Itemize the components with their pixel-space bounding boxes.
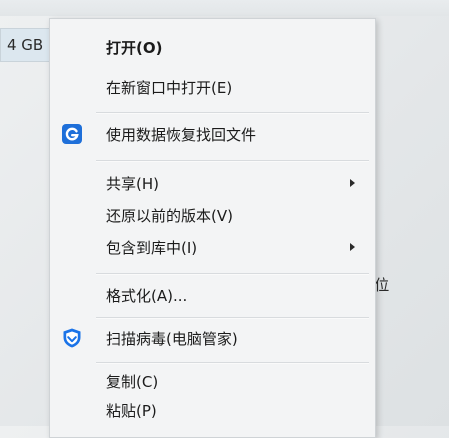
menu-item-virus-scan[interactable]: 扫描病毒(电脑管家) (50, 324, 375, 352)
background-window-top (0, 0, 449, 16)
shield-icon (60, 326, 84, 350)
submenu-arrow-icon (350, 243, 355, 251)
menu-item-label: 扫描病毒(电脑管家) (106, 329, 238, 348)
submenu-arrow-icon (350, 179, 355, 187)
menu-item-include-in-library[interactable]: 包含到库中(I) (50, 233, 375, 261)
menu-item-label: 使用数据恢复找回文件 (106, 125, 257, 144)
menu-item-format[interactable]: 格式化(A)... (50, 281, 375, 309)
menu-item-label: 还原以前的版本(V) (106, 206, 233, 225)
menu-item-label: 粘贴(P) (106, 401, 157, 420)
menu-item-data-recovery[interactable]: 使用数据恢复找回文件 (50, 120, 375, 148)
menu-item-paste[interactable]: 粘贴(P) (50, 396, 375, 424)
menu-separator (96, 160, 369, 162)
menu-separator (96, 317, 369, 319)
menu-separator (96, 362, 369, 364)
menu-item-label: 格式化(A)... (106, 286, 188, 305)
data-recovery-icon (60, 122, 84, 146)
menu-separator (96, 112, 369, 114)
menu-item-open-new-window[interactable]: 在新窗口中打开(E) (50, 73, 375, 101)
menu-item-label: 包含到库中(I) (106, 238, 198, 257)
menu-separator (96, 273, 369, 275)
menu-item-copy[interactable]: 复制(C) (50, 367, 375, 395)
menu-item-label: 打开(O) (106, 38, 163, 57)
menu-item-open[interactable]: 打开(O) (50, 33, 375, 61)
drive-size-text: 4 GB (7, 36, 44, 54)
menu-item-share[interactable]: 共享(H) (50, 169, 375, 197)
context-menu: 打开(O) 在新窗口中打开(E) 使用数据恢复找回文件 共享(H) 还原以前的版… (49, 18, 376, 438)
menu-item-label: 复制(C) (106, 372, 159, 391)
menu-item-restore-previous-versions[interactable]: 还原以前的版本(V) (50, 201, 375, 229)
menu-item-label: 共享(H) (106, 174, 159, 193)
menu-item-label: 在新窗口中打开(E) (106, 78, 233, 97)
